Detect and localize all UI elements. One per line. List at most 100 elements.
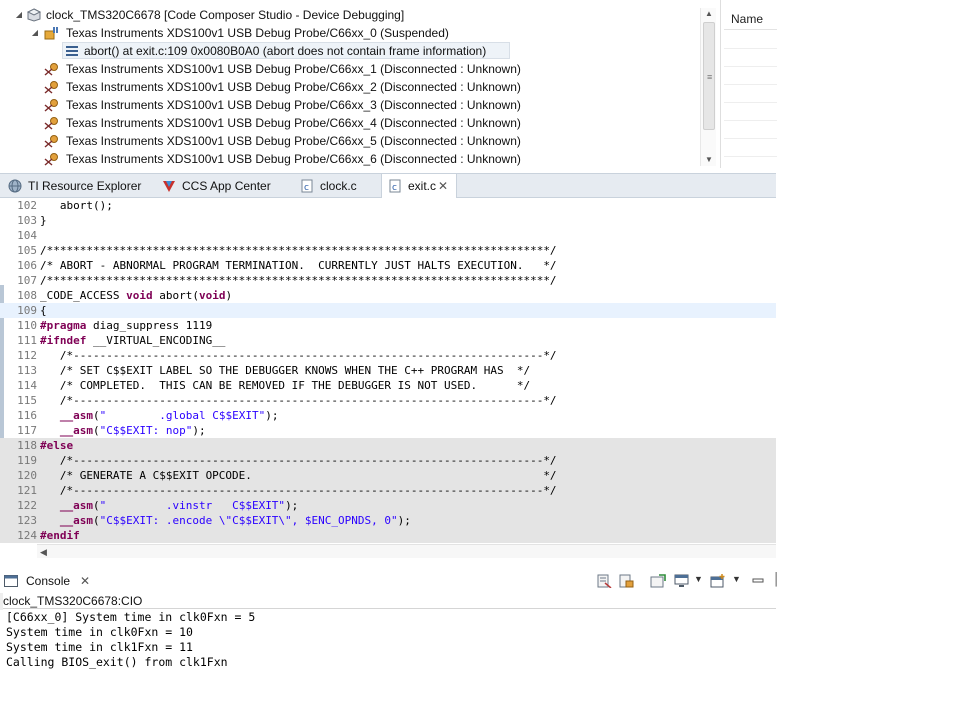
console-line: Calling BIOS_exit() from clk1Fxn: [6, 655, 228, 669]
console-title: clock_TMS320C6678:CIO: [3, 593, 776, 609]
console-line: [C66xx_0] System time in clk0Fxn = 5: [6, 610, 256, 624]
code-line: 102 abort();: [17, 199, 113, 212]
chevron-down-icon[interactable]: ▼: [732, 574, 741, 584]
code-line: 106/* ABORT - ABNORMAL PROGRAM TERMINATI…: [17, 259, 557, 272]
debug-vertical-scrollbar[interactable]: ▲ ≡ ▼: [700, 8, 716, 166]
probe-label-c66xx-0: Texas Instruments XDS100v1 USB Debug Pro…: [66, 26, 449, 40]
code-line: 115 /*----------------------------------…: [17, 394, 557, 407]
console-icon: [4, 575, 18, 587]
tab-exit-c[interactable]: c exit.c ✕: [381, 174, 457, 199]
console-output[interactable]: [C66xx_0] System time in clk0Fxn = 5 Sys…: [0, 610, 776, 705]
inactive-code-line: 119 /*----------------------------------…: [0, 453, 776, 468]
code-editor[interactable]: ➜ 102 abort(); 103} 104 105/************…: [0, 198, 776, 561]
device-debug-icon: [26, 8, 42, 22]
tab-label: clock.c: [320, 179, 357, 193]
scroll-lock-icon[interactable]: [618, 574, 634, 588]
grid-line: [724, 102, 777, 103]
inactive-code-line: 122 __asm(" .vinstr C$$EXIT");: [0, 498, 776, 513]
inactive-code-line: 121 /*----------------------------------…: [0, 483, 776, 498]
maximize-icon[interactable]: │: [773, 572, 781, 586]
close-icon[interactable]: ✕: [438, 174, 448, 198]
svg-text:c: c: [304, 183, 309, 193]
stack-frame-label: abort() at exit.c:109 0x0080B0A0 (abort …: [84, 44, 487, 58]
probe-label: Texas Instruments XDS100v1 USB Debug Pro…: [66, 62, 521, 76]
disconnected-icon: [44, 117, 58, 130]
suspended-thread-icon: [44, 27, 58, 40]
probe-row-c66xx-2[interactable]: Texas Instruments XDS100v1 USB Debug Pro…: [0, 78, 700, 96]
minimize-icon[interactable]: [750, 574, 766, 588]
inactive-code-line: 120 /* GENERATE A C$$EXIT OPCODE. */: [0, 468, 776, 483]
disconnected-icon: [44, 63, 58, 76]
clear-console-icon[interactable]: [596, 574, 612, 588]
probe-row-c66xx-0[interactable]: ◢ Texas Instruments XDS100v1 USB Debug P…: [0, 24, 700, 42]
grid-line: [724, 84, 777, 85]
app-center-icon: [163, 181, 175, 192]
code-horizontal-scrollbar[interactable]: ◀: [37, 544, 776, 558]
code-line: 107/************************************…: [17, 274, 557, 287]
console-line: System time in clk0Fxn = 10: [6, 625, 193, 639]
open-console-icon[interactable]: [710, 574, 726, 588]
probe-row-c66xx-6[interactable]: Texas Instruments XDS100v1 USB Debug Pro…: [0, 150, 700, 168]
code-line: 116 __asm(" .global C$$EXIT");: [17, 409, 279, 422]
code-line: 111 #ifndef __VIRTUAL_ENCODING__: [17, 334, 226, 347]
debug-view: ◢ clock_TMS320C6678 [Code Composer Studi…: [0, 0, 718, 168]
code-line: 114 /* COMPLETED. THIS CAN BE REMOVED IF…: [17, 379, 531, 392]
current-code-line: 109{: [0, 303, 776, 318]
disconnected-icon: [44, 153, 58, 166]
svg-text:c: c: [392, 183, 397, 193]
grid-line: [724, 120, 777, 121]
scrollbar-thumb[interactable]: ≡: [703, 22, 715, 130]
code-line: 117 __asm("C$$EXIT: nop");: [17, 424, 206, 437]
stack-frame-row[interactable]: abort() at exit.c:109 0x0080B0A0 (abort …: [0, 42, 700, 60]
code-line: 112 /*----------------------------------…: [17, 349, 557, 362]
tab-clock-c[interactable]: c clock.c: [294, 174, 378, 198]
scroll-left-icon[interactable]: ◀: [40, 545, 47, 559]
disconnected-icon: [44, 99, 58, 112]
code-line: 113 /* SET C$$EXIT LABEL SO THE DEBUGGER…: [17, 364, 531, 377]
code-line: 105/************************************…: [17, 244, 557, 257]
probe-row-c66xx-1[interactable]: Texas Instruments XDS100v1 USB Debug Pro…: [0, 60, 700, 78]
probe-label: Texas Instruments XDS100v1 USB Debug Pro…: [66, 152, 521, 166]
probe-row-c66xx-3[interactable]: Texas Instruments XDS100v1 USB Debug Pro…: [0, 96, 700, 114]
stack-frame-icon: [66, 46, 78, 56]
tab-label: Console: [26, 574, 71, 588]
close-icon[interactable]: ✕: [80, 571, 90, 591]
grid-line: [724, 66, 777, 67]
inactive-code-line: 124 #endif: [0, 528, 776, 543]
code-line: 103}: [17, 214, 47, 227]
probe-label: Texas Instruments XDS100v1 USB Debug Pro…: [66, 98, 521, 112]
tab-label: CCS App Center: [182, 179, 271, 193]
probe-row-c66xx-4[interactable]: Texas Instruments XDS100v1 USB Debug Pro…: [0, 114, 700, 132]
debug-session-row[interactable]: ◢ clock_TMS320C6678 [Code Composer Studi…: [0, 6, 700, 24]
chevron-down-icon[interactable]: ▼: [694, 574, 703, 584]
inactive-code-line: 123 __asm("C$$EXIT: .encode \"C$$EXIT\",…: [0, 513, 776, 528]
display-console-icon[interactable]: [674, 574, 690, 588]
grid-line: [724, 48, 777, 49]
code-line: 108 _CODE_ACCESS void abort(void): [17, 289, 233, 302]
tab-ti-resource-explorer[interactable]: TI Resource Explorer: [2, 174, 152, 198]
scroll-up-icon[interactable]: ▲: [705, 9, 713, 18]
pin-console-icon[interactable]: [650, 574, 666, 588]
probe-row-c66xx-5[interactable]: Texas Instruments XDS100v1 USB Debug Pro…: [0, 132, 700, 150]
tab-ccs-app-center[interactable]: CCS App Center: [156, 174, 291, 198]
name-column-header[interactable]: Name: [724, 8, 777, 30]
disconnected-icon: [44, 135, 58, 148]
debug-session-label: clock_TMS320C6678 [Code Composer Studio …: [46, 8, 405, 22]
globe-icon: [8, 179, 22, 193]
probe-label: Texas Instruments XDS100v1 USB Debug Pro…: [66, 116, 521, 130]
code-line: 110 #pragma diag_suppress 1119: [17, 319, 213, 332]
probe-label: Texas Instruments XDS100v1 USB Debug Pro…: [66, 134, 521, 148]
grid-line: [724, 156, 777, 157]
editor-tab-bar: TI Resource Explorer CCS App Center c cl…: [0, 173, 776, 199]
variables-panel: Name: [720, 0, 777, 168]
scroll-down-icon[interactable]: ▼: [705, 155, 713, 164]
tab-label: TI Resource Explorer: [28, 179, 142, 193]
probe-label: Texas Instruments XDS100v1 USB Debug Pro…: [66, 80, 521, 94]
expand-arrow-icon[interactable]: ◢: [14, 6, 24, 24]
disconnected-icon: [44, 81, 58, 94]
c-file-icon: c: [389, 179, 401, 193]
tab-label: exit.c: [408, 179, 437, 193]
grid-line: [724, 138, 777, 139]
expand-arrow-icon[interactable]: ◢: [30, 24, 40, 42]
c-file-icon: c: [301, 179, 313, 193]
